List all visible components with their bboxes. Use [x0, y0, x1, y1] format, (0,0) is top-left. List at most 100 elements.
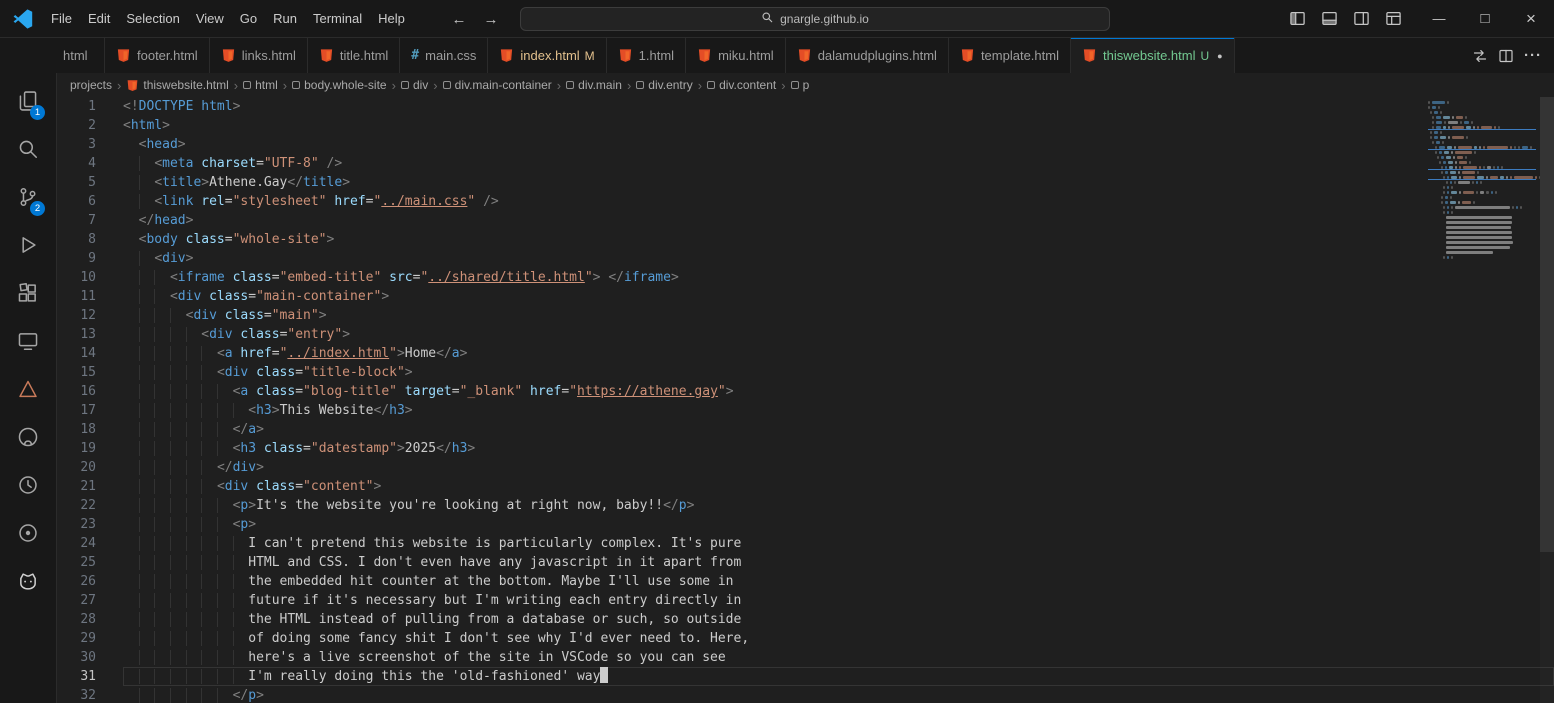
code-line-17[interactable]: 17 <h3>This Website</h3>: [57, 401, 1554, 420]
tab-template-html[interactable]: template.html: [949, 38, 1071, 73]
breadcrumb-body-whole-site[interactable]: body.whole-site: [292, 78, 387, 92]
code-line-32[interactable]: 32 </p>: [57, 686, 1554, 703]
code-line-15[interactable]: 15 <div class="title-block">: [57, 363, 1554, 382]
tab-miku-html[interactable]: miku.html: [686, 38, 786, 73]
code-line-19[interactable]: 19 <h3 class="datestamp">2025</h3>: [57, 439, 1554, 458]
scrollbar[interactable]: [1540, 97, 1554, 703]
code-line-10[interactable]: 10 <iframe class="embed-title" src="../s…: [57, 268, 1554, 287]
minimize-button[interactable]: —: [1416, 0, 1462, 38]
toggle-primary-sidebar-icon[interactable]: [1284, 6, 1310, 32]
breadcrumb-div-main-container[interactable]: div.main-container: [443, 78, 552, 92]
code-line-24[interactable]: 24 I can't pretend this website is parti…: [57, 534, 1554, 553]
code-line-30[interactable]: 30 here's a live screenshot of the site …: [57, 648, 1554, 667]
breadcrumb-div-entry[interactable]: div.entry: [636, 78, 692, 92]
code-editor[interactable]: 1<!DOCTYPE html>2<html>3 <head>4 <meta c…: [57, 97, 1554, 703]
more-actions-icon[interactable]: ···: [1524, 47, 1542, 64]
breadcrumb-thiswebsite-html[interactable]: thiswebsite.html: [126, 78, 228, 92]
breadcrumb-div-content[interactable]: div.content: [707, 78, 776, 92]
code-line-20[interactable]: 20 </div>: [57, 458, 1554, 477]
tab-index-html[interactable]: index.htmlM: [488, 38, 606, 73]
run-debug-icon[interactable]: [4, 221, 52, 269]
code-line-3[interactable]: 3 <head>: [57, 135, 1554, 154]
code-line-29[interactable]: 29 of doing some fancy shit I don't see …: [57, 629, 1554, 648]
breadcrumb-html[interactable]: html: [243, 78, 278, 92]
titlebar-center: ← → gnargle.github.io: [448, 0, 1110, 38]
breadcrumb-div[interactable]: div: [401, 78, 428, 92]
forward-arrow-icon[interactable]: →: [480, 11, 502, 28]
tab-label: footer.html: [137, 48, 198, 63]
menu-edit[interactable]: Edit: [80, 7, 118, 30]
code-line-13[interactable]: 13 <div class="entry">: [57, 325, 1554, 344]
tab-thiswebsite-html[interactable]: thiswebsite.htmlU●: [1071, 38, 1235, 73]
menu-go[interactable]: Go: [232, 7, 265, 30]
code-line-21[interactable]: 21 <div class="content">: [57, 477, 1554, 496]
editor-column: projects›thiswebsite.html›html›body.whol…: [57, 73, 1554, 703]
code-line-25[interactable]: 25 HTML and CSS. I don't even have any j…: [57, 553, 1554, 572]
split-editor-icon[interactable]: [1498, 48, 1514, 64]
toggle-secondary-sidebar-icon[interactable]: [1348, 6, 1374, 32]
ext-triangle-icon[interactable]: [4, 365, 52, 413]
menu-help[interactable]: Help: [370, 7, 413, 30]
menu-terminal[interactable]: Terminal: [305, 7, 370, 30]
breadcrumb-div-main[interactable]: div.main: [566, 78, 622, 92]
minimap[interactable]: [1428, 97, 1540, 260]
github-icon[interactable]: [4, 413, 52, 461]
copilot-icon[interactable]: [4, 557, 52, 605]
code-line-18[interactable]: 18 </a>: [57, 420, 1554, 439]
menu-file[interactable]: File: [43, 7, 80, 30]
dirty-indicator-dot[interactable]: ●: [1217, 51, 1222, 61]
breadcrumb-projects[interactable]: projects: [70, 78, 112, 92]
history-icon[interactable]: [4, 461, 52, 509]
breadcrumb-p[interactable]: p: [791, 78, 810, 92]
source-control-icon[interactable]: 2: [4, 173, 52, 221]
remote-explorer-icon[interactable]: [4, 317, 52, 365]
code-line-11[interactable]: 11 <div class="main-container">: [57, 287, 1554, 306]
toggle-panel-icon[interactable]: [1316, 6, 1342, 32]
tab-dalamudplugins-html[interactable]: dalamudplugins.html: [786, 38, 949, 73]
back-arrow-icon[interactable]: ←: [448, 11, 470, 28]
tab-label: index.html: [520, 48, 579, 63]
code-line-5[interactable]: 5 <title>Athene.Gay</title>: [57, 173, 1554, 192]
line-number: 29: [57, 629, 123, 648]
menu-run[interactable]: Run: [265, 7, 305, 30]
command-center[interactable]: gnargle.github.io: [520, 7, 1110, 31]
code-line-22[interactable]: 22 <p>It's the website you're looking at…: [57, 496, 1554, 515]
code-line-2[interactable]: 2<html>: [57, 116, 1554, 135]
code-line-7[interactable]: 7 </head>: [57, 211, 1554, 230]
tab-1-html[interactable]: 1.html: [607, 38, 686, 73]
line-number: 18: [57, 420, 123, 439]
code-line-14[interactable]: 14 <a href="../index.html">Home</a>: [57, 344, 1554, 363]
explorer-icon[interactable]: 1: [4, 77, 52, 125]
extensions-icon[interactable]: [4, 269, 52, 317]
code-line-1[interactable]: 1<!DOCTYPE html>: [57, 97, 1554, 116]
search-icon[interactable]: [4, 125, 52, 173]
tab-footer-html[interactable]: footer.html: [105, 38, 210, 73]
code-line-4[interactable]: 4 <meta charset="UTF-8" />: [57, 154, 1554, 173]
scrollbar-thumb[interactable]: [1540, 97, 1554, 552]
close-button[interactable]: ×: [1508, 0, 1554, 38]
code-line-27[interactable]: 27 future if it's necessary but I'm writ…: [57, 591, 1554, 610]
ext-circle-icon[interactable]: [4, 509, 52, 557]
line-number: 26: [57, 572, 123, 591]
code-line-28[interactable]: 28 the HTML instead of pulling from a da…: [57, 610, 1554, 629]
tab-links-html[interactable]: links.html: [210, 38, 308, 73]
tab-html[interactable]: html: [57, 38, 105, 73]
code-line-16[interactable]: 16 <a class="blog-title" target="_blank"…: [57, 382, 1554, 401]
menu-view[interactable]: View: [188, 7, 232, 30]
tab-title-html[interactable]: title.html: [308, 38, 400, 73]
code-line-23[interactable]: 23 <p>: [57, 515, 1554, 534]
symbol-element-icon: [707, 81, 715, 89]
maximize-button[interactable]: □: [1462, 0, 1508, 38]
code-line-8[interactable]: 8 <body class="whole-site">: [57, 230, 1554, 249]
menu-selection[interactable]: Selection: [118, 7, 187, 30]
code-line-26[interactable]: 26 the embedded hit counter at the botto…: [57, 572, 1554, 591]
code-line-12[interactable]: 12 <div class="main">: [57, 306, 1554, 325]
code-line-6[interactable]: 6 <link rel="stylesheet" href="../main.c…: [57, 192, 1554, 211]
breadcrumb: projects›thiswebsite.html›html›body.whol…: [57, 73, 1554, 97]
open-changes-icon[interactable]: [1472, 48, 1488, 64]
tab-main-css[interactable]: #main.css: [400, 38, 488, 73]
code-line-31[interactable]: 31 I'm really doing this the 'old-fashio…: [57, 667, 1554, 686]
line-number: 25: [57, 553, 123, 572]
code-line-9[interactable]: 9 <div>: [57, 249, 1554, 268]
customize-layout-icon[interactable]: [1380, 6, 1406, 32]
